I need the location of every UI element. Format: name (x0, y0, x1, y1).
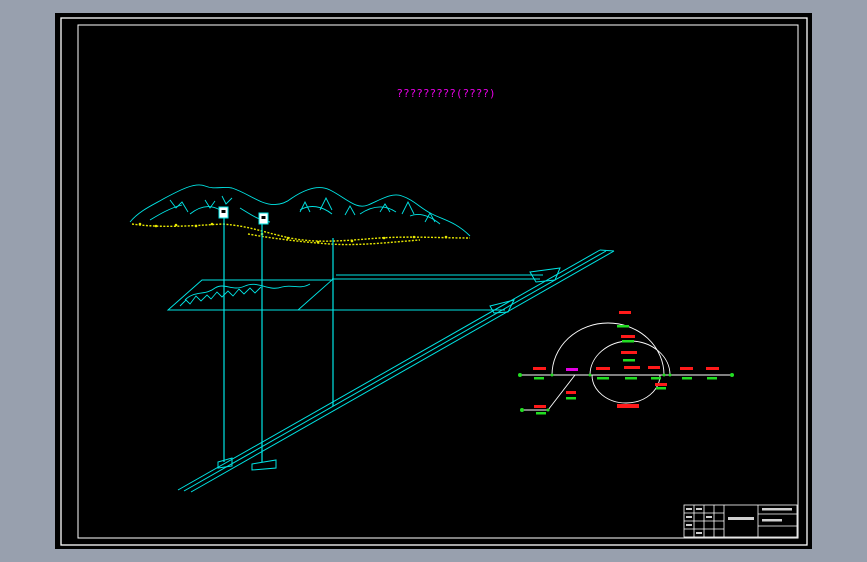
drawing-title: ?????????(????) (396, 87, 495, 100)
wellhead-icon (218, 206, 229, 219)
wellhead-icon (258, 212, 269, 225)
cad-viewport: ?????????(????) (55, 13, 812, 549)
